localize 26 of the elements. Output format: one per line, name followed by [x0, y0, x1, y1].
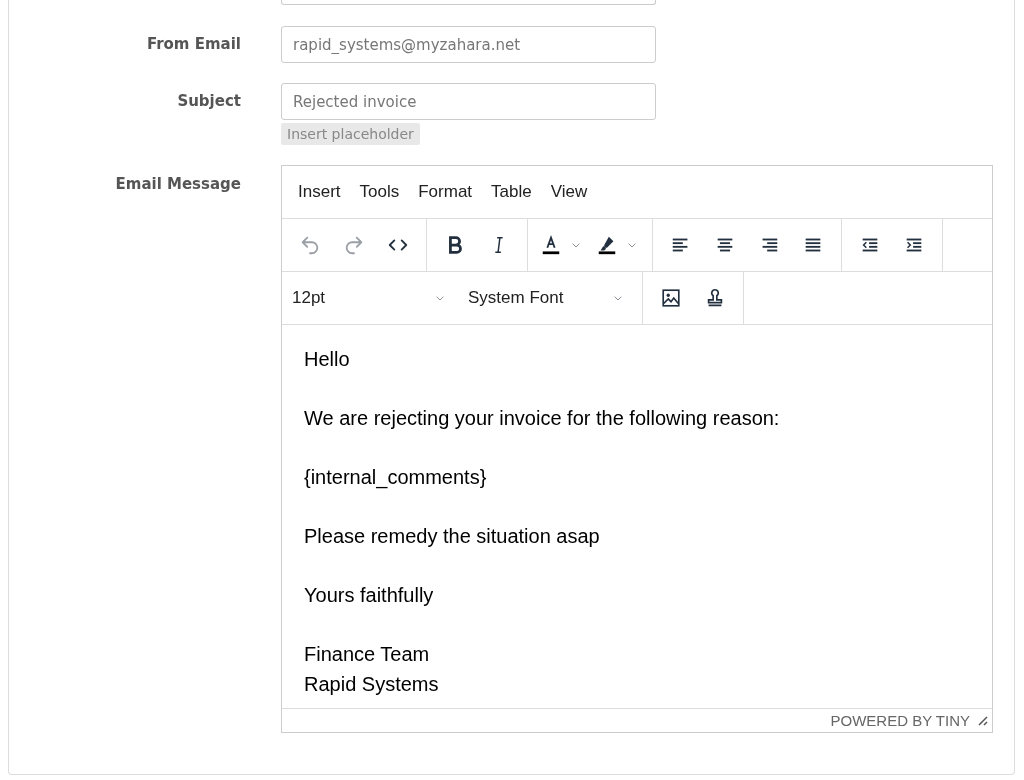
field-label: From Email [145, 34, 242, 53]
menu-item[interactable]: Table [483, 178, 540, 206]
field-label: Subject [176, 91, 242, 110]
input-field[interactable]: Rejected invoice [281, 83, 656, 120]
text-color-icon [540, 234, 562, 256]
body-text: Finance Team Rapid Systems [304, 642, 440, 697]
font-family-dropdown[interactable]: System Font [458, 281, 636, 315]
marker-icon [596, 234, 618, 256]
body-text: Please remedy the situation asap [304, 524, 601, 549]
body-text: {internal_comments} [304, 465, 488, 491]
field-label: Email Message [114, 174, 242, 193]
menu-item[interactable]: Insert [290, 178, 349, 206]
menu-item[interactable]: Format [410, 178, 481, 206]
menu-item[interactable]: View [542, 178, 596, 206]
body-text: We are rejecting your invoice for the following reason: [304, 406, 781, 431]
input-field[interactable] [281, 0, 656, 5]
body-text: Hello [304, 347, 351, 372]
branding-text: POWERED BY TINY [830, 712, 970, 729]
input-field[interactable]: rapid_systems@myzahara.net [281, 26, 656, 63]
undo-icon [299, 234, 321, 256]
menu-item[interactable]: Tools [351, 178, 408, 206]
redo-icon [343, 234, 365, 256]
body-text: Yours faithfully [304, 583, 435, 608]
font-size-dropdown[interactable]: 12pt [282, 281, 458, 315]
resize-handle-icon [978, 715, 988, 726]
image-icon [660, 287, 682, 309]
